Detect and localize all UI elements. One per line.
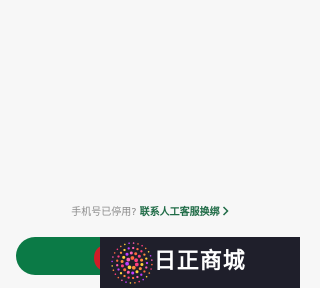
logo-dot	[127, 247, 130, 250]
logo-dot	[134, 282, 136, 284]
logo-dot	[123, 274, 126, 278]
logo-dot	[126, 270, 130, 274]
logo-dot	[134, 252, 138, 256]
watermark-text: 日正商城	[154, 249, 247, 274]
logo-dot	[120, 245, 122, 248]
logo-dot	[140, 273, 143, 276]
logo-dot	[143, 253, 146, 256]
logo-dot	[119, 272, 123, 275]
logo-dot	[148, 272, 151, 274]
logo-dot	[140, 263, 144, 266]
logo-dot	[117, 255, 120, 258]
dot-burst-icon	[111, 242, 153, 284]
logo-dot	[123, 268, 127, 272]
login-page: 手机号已停用? 联系人工客服换绑 日正商城	[0, 0, 300, 288]
logo-dot	[149, 255, 152, 257]
logo-dot	[151, 259, 153, 261]
logo-dot	[123, 248, 126, 252]
logo-dot	[136, 247, 139, 251]
logo-dot	[112, 256, 114, 258]
logo-dot	[151, 263, 153, 266]
contact-support-link[interactable]: 联系人工客服换绑	[139, 206, 229, 218]
logo-dot	[132, 242, 135, 244]
logo-dot	[119, 251, 123, 254]
logo-dot	[121, 279, 123, 282]
logo-dot	[114, 273, 117, 275]
logo-dot	[112, 269, 115, 271]
logo-dot	[134, 262, 139, 267]
logo-dot	[116, 248, 119, 251]
chevron-right-icon	[222, 206, 229, 216]
logo-dot	[129, 251, 133, 255]
logo-dot	[125, 261, 129, 266]
logo-dot	[117, 276, 120, 279]
logo-dot	[131, 276, 135, 280]
contact-support-label: 联系人工客服换绑	[139, 207, 220, 218]
logo-dot	[134, 258, 138, 263]
logo-dot	[126, 257, 131, 262]
logo-dot	[111, 265, 113, 267]
logo-dot	[125, 281, 127, 283]
logo-dot	[137, 243, 139, 245]
logo-dot	[131, 265, 136, 270]
logo-dot	[116, 264, 119, 267]
logo-dot	[147, 251, 150, 253]
logo-dot	[113, 252, 116, 254]
logo-dot	[125, 252, 129, 256]
logo-dot	[141, 244, 143, 247]
logo-dot	[138, 280, 140, 283]
logo-dot	[145, 266, 148, 269]
logo-dot	[120, 264, 124, 268]
logo-dot	[124, 243, 126, 246]
logo-dot	[111, 260, 113, 263]
logo-dot	[132, 246, 135, 250]
logo-dot	[128, 242, 130, 244]
logo-dot	[144, 247, 147, 250]
logo-dot	[143, 270, 146, 273]
logo-dot	[120, 260, 124, 263]
logo-dot	[122, 255, 126, 259]
logo-dot	[142, 278, 144, 281]
logo-dot	[145, 257, 148, 260]
logo-dot	[116, 259, 119, 262]
logo-dot	[131, 271, 135, 275]
logo-dot	[150, 268, 152, 270]
logo-dot	[140, 258, 144, 262]
logo-dot	[145, 261, 149, 265]
logo-dot	[117, 268, 120, 271]
logo-dot	[135, 270, 139, 274]
phone-disabled-prompt: 手机号已停用?	[71, 207, 137, 218]
logo-dot	[127, 265, 132, 270]
rebind-help-row: 手机号已停用? 联系人工客服换绑	[0, 206, 300, 220]
logo-dot	[129, 282, 132, 284]
logo-dot	[140, 250, 143, 253]
logo-dot	[145, 275, 148, 278]
logo-dot	[137, 254, 141, 258]
logo-dot	[130, 256, 135, 260]
logo-dot	[136, 275, 139, 279]
logo-dot	[138, 267, 142, 271]
logo-dot	[127, 276, 130, 279]
watermark-banner: 日正商城	[100, 237, 300, 288]
